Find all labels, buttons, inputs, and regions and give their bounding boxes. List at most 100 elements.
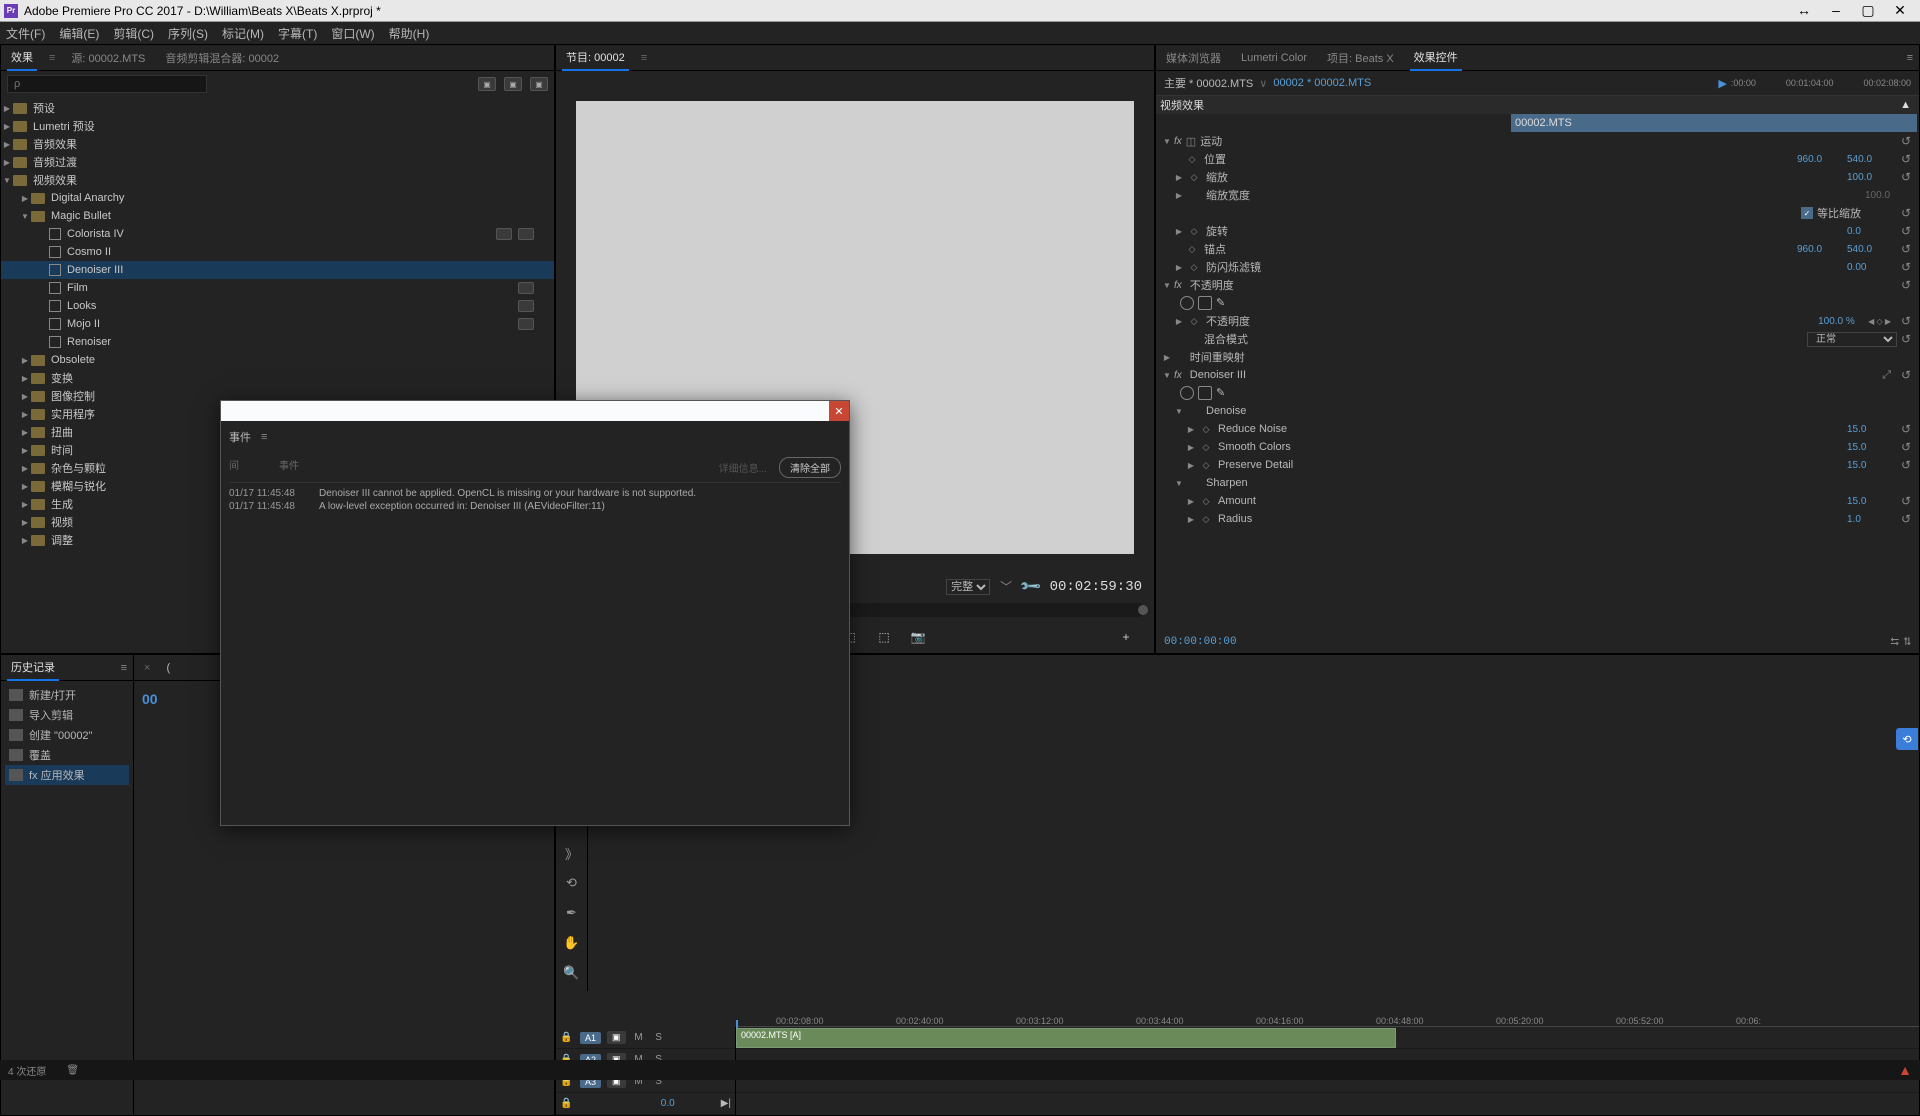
history-item[interactable]: 新建/打开 [5, 685, 129, 705]
project-tab[interactable]: 项目: Beats X [1323, 46, 1398, 70]
tree-item-colorista-iv[interactable]: Colorista IV [1, 225, 554, 243]
export-frame-button[interactable]: 📷 [908, 627, 928, 647]
history-item[interactable]: 创建 "00002" [5, 725, 129, 745]
col-detail[interactable]: 详细信息... [719, 460, 767, 475]
maximize-button[interactable]: ▢ [1860, 2, 1876, 19]
yuv-badge[interactable]: ▣ [530, 77, 548, 91]
rotation-value[interactable]: 0.0 [1847, 226, 1897, 237]
tree-item-denoiser-iii[interactable]: Denoiser III [1, 261, 554, 279]
timeline-ruler[interactable]: 00:02:08:0000:02:40:0000:03:12:0000:03:4… [736, 991, 1919, 1027]
button-editor[interactable]: + [1116, 627, 1136, 647]
timecode-display[interactable]: 00:02:59:30 [1050, 579, 1142, 595]
tool-10[interactable]: 🔍 [562, 963, 582, 983]
dropdown-icon[interactable]: ﹀ [1000, 578, 1012, 595]
panel-menu-icon[interactable]: ≡ [1907, 52, 1913, 64]
keyframe-toggle[interactable]: ◇ [1184, 154, 1200, 165]
close-button[interactable]: ✕ [1892, 2, 1908, 19]
radius-value[interactable]: 1.0 [1847, 514, 1897, 525]
menu-edit[interactable]: 编辑(E) [59, 25, 99, 42]
source-tab[interactable]: 源: 00002.MTS [67, 46, 149, 70]
ellipse-mask-button[interactable] [1180, 296, 1194, 310]
menu-title[interactable]: 字幕(T) [278, 25, 317, 42]
amount-value[interactable]: 15.0 [1847, 496, 1897, 507]
tree-item-renoiser[interactable]: Renoiser [1, 333, 554, 351]
rect-mask-button[interactable] [1198, 296, 1212, 310]
track-toggle[interactable]: A1 [580, 1032, 601, 1044]
position-x[interactable]: 960.0 [1797, 154, 1847, 165]
settings-wrench-icon[interactable]: 🔧 [1019, 574, 1043, 598]
track-m-button[interactable]: M [632, 1032, 646, 1043]
clip-bar[interactable]: 00002.MTS [1511, 114, 1917, 132]
tree-item-looks[interactable]: Looks [1, 297, 554, 315]
anchor-y[interactable]: 540.0 [1847, 244, 1897, 255]
tree-item-film[interactable]: Film [1, 279, 554, 297]
extra-button[interactable]: ↔ [1796, 2, 1812, 19]
tree-item-预设[interactable]: ▶预设 [1, 99, 554, 117]
track-s-button[interactable]: S [652, 1032, 666, 1043]
tree-item-magic-bullet[interactable]: ▼Magic Bullet [1, 207, 554, 225]
menu-marker[interactable]: 标记(M) [222, 25, 264, 42]
master-level[interactable]: 0.0 [661, 1098, 675, 1109]
pen-mask-button[interactable]: ✎ [1216, 296, 1230, 310]
effects-search-input[interactable] [7, 75, 207, 93]
media-browser-tab[interactable]: 媒体浏览器 [1162, 46, 1225, 70]
tool-7[interactable]: ⟲ [562, 873, 582, 893]
events-menu-icon[interactable]: ≡ [261, 431, 267, 443]
event-row[interactable]: 01/17 11:45:48A low-level exception occu… [229, 500, 841, 513]
trash-icon[interactable]: 🗑 [66, 1065, 79, 1076]
effects-tab[interactable]: 效果 [7, 45, 37, 71]
effect-panel-icon[interactable]: ⤢ [1882, 369, 1891, 382]
tree-item-音频效果[interactable]: ▶音频效果 [1, 135, 554, 153]
blend-mode-select[interactable]: 正常 [1807, 332, 1897, 347]
timeline-toggle-icon[interactable]: ▶ [1718, 77, 1726, 90]
quality-select[interactable]: 完整 [946, 579, 990, 595]
tool-6[interactable]: 》 [562, 843, 582, 863]
tool-8[interactable]: ✒ [562, 903, 582, 923]
extract-button[interactable]: ⬚ [874, 627, 894, 647]
effect-controls-tab[interactable]: 效果控件 [1410, 45, 1462, 71]
warning-icon[interactable]: ▲ [1898, 1062, 1912, 1078]
time-remap[interactable]: 时间重映射 [1186, 349, 1915, 365]
program-tab[interactable]: 节目: 00002 [562, 45, 629, 71]
audio-clip[interactable]: 00002.MTS [A] [736, 1028, 1396, 1048]
32bit-badge[interactable]: ▣ [504, 77, 522, 91]
smooth-colors-value[interactable]: 15.0 [1847, 442, 1897, 453]
history-item[interactable]: fx 应用效果 [5, 765, 129, 785]
audio-mixer-tab[interactable]: 音频剪辑混合器: 00002 [161, 46, 283, 70]
opacity-value[interactable]: 100.0 % [1818, 316, 1868, 327]
ellipse-mask-button-2[interactable] [1180, 386, 1194, 400]
pen-mask-button-2[interactable]: ✎ [1216, 386, 1230, 400]
menu-clip[interactable]: 剪辑(C) [113, 25, 154, 42]
scale-value[interactable]: 100.0 [1847, 172, 1897, 183]
opacity-effect[interactable]: 不透明度 [1186, 277, 1897, 293]
collapse-icon[interactable]: ▼ [1160, 137, 1174, 146]
motion-effect[interactable]: 运动 [1196, 133, 1897, 149]
ec-zoom-controls[interactable]: ⮀ ⮁ [1890, 636, 1911, 649]
events-dialog[interactable]: ✕ 事件≡ 间 事件 详细信息... 清除全部 01/17 11:45:48De… [220, 400, 850, 826]
antiflicker-value[interactable]: 0.00 [1847, 262, 1897, 273]
lock-icon[interactable]: 🔒 [560, 1032, 574, 1043]
tree-item-digital-anarchy[interactable]: ▶Digital Anarchy [1, 189, 554, 207]
menu-file[interactable]: 文件(F) [6, 25, 45, 42]
minimize-button[interactable]: – [1828, 2, 1844, 19]
anchor-x[interactable]: 960.0 [1797, 244, 1847, 255]
section-toggle-icon[interactable]: ▲ [1900, 99, 1911, 111]
accel-badge[interactable]: ▣ [478, 77, 496, 91]
history-item[interactable]: 导入剪辑 [5, 705, 129, 725]
reduce-noise-value[interactable]: 15.0 [1847, 424, 1897, 435]
menu-window[interactable]: 窗口(W) [331, 25, 374, 42]
go-end-icon[interactable]: ▶| [721, 1098, 731, 1109]
tool-9[interactable]: ✋ [562, 933, 582, 953]
video-effects-section[interactable]: 视频效果▲ [1156, 96, 1919, 114]
position-y[interactable]: 540.0 [1847, 154, 1897, 165]
rect-mask-button-2[interactable] [1198, 386, 1212, 400]
reset-button[interactable]: ↺ [1897, 134, 1915, 148]
tree-item-变换[interactable]: ▶变换 [1, 369, 554, 387]
history-tab[interactable]: 历史记录 [7, 655, 59, 681]
clear-all-button[interactable]: 清除全部 [779, 457, 841, 478]
dialog-close-button[interactable]: ✕ [829, 401, 849, 421]
tree-item-mojo-ii[interactable]: Mojo II [1, 315, 554, 333]
tree-item-视频效果[interactable]: ▼视频效果 [1, 171, 554, 189]
menu-help[interactable]: 帮助(H) [389, 25, 430, 42]
teamviewer-tab[interactable]: ⟲ [1896, 728, 1918, 750]
